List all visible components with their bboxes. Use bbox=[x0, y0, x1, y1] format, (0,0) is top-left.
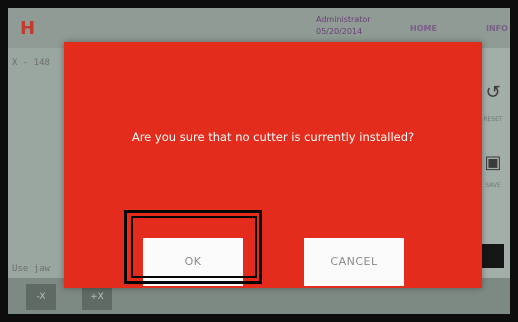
ok-highlight-inner bbox=[131, 216, 257, 278]
dialog-message: Are you sure that no cutter is currently… bbox=[131, 130, 415, 144]
date-label: 05/20/2014 bbox=[316, 27, 363, 36]
app-logo: H bbox=[20, 18, 36, 39]
save-icon[interactable]: ▣ bbox=[482, 152, 504, 174]
stop-square-icon[interactable] bbox=[480, 244, 504, 268]
use-jaw-label: Use jaw bbox=[12, 264, 50, 274]
device-frame: H Administrator 05/20/2014 HOME INFO X -… bbox=[0, 0, 518, 322]
nav-info[interactable]: INFO bbox=[486, 24, 508, 33]
coordinate-readout: X - 148 bbox=[12, 58, 50, 68]
nav-home[interactable]: HOME bbox=[410, 24, 437, 33]
minus-x-button[interactable]: -X bbox=[26, 284, 56, 310]
cancel-button[interactable]: CANCEL bbox=[304, 238, 404, 286]
user-info: Administrator 05/20/2014 bbox=[316, 14, 371, 38]
reset-icon[interactable]: ↺ bbox=[482, 82, 504, 104]
user-name: Administrator bbox=[316, 15, 371, 24]
